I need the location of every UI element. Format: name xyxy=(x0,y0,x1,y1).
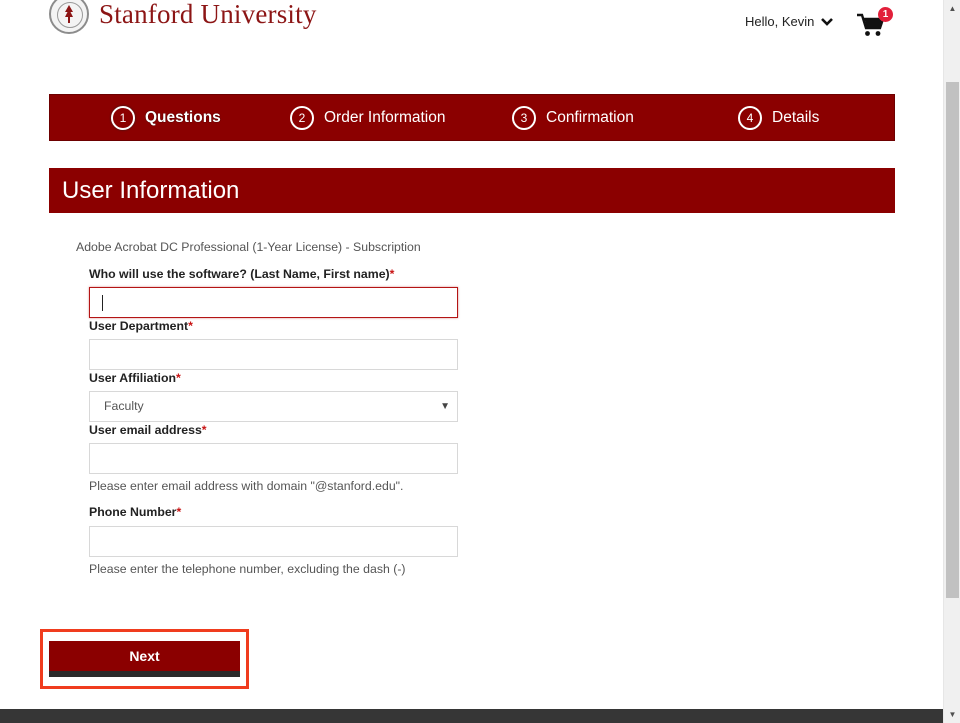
user-menu[interactable]: Hello, Kevin xyxy=(745,14,834,29)
email-help-text: Please enter email address with domain "… xyxy=(89,479,404,493)
step-number: 4 xyxy=(738,105,762,130)
step-label: Confirmation xyxy=(546,108,634,126)
phone-number-label: Phone Number* xyxy=(89,505,182,519)
user-name-input[interactable] xyxy=(89,287,458,318)
step-number: 1 xyxy=(111,105,135,130)
user-department-input[interactable] xyxy=(89,339,458,370)
scroll-up-arrow-icon[interactable]: ▲ xyxy=(944,0,960,17)
phone-help-text: Please enter the telephone number, exclu… xyxy=(89,562,406,576)
user-name-label: Who will use the software? (Last Name, F… xyxy=(89,267,395,281)
step-label: Details xyxy=(772,108,820,126)
step-questions[interactable]: 1 Questions xyxy=(111,95,221,140)
footer xyxy=(0,709,943,723)
step-label: Questions xyxy=(145,108,221,126)
university-name: Stanford University xyxy=(99,0,317,29)
user-affiliation-label: User Affiliation* xyxy=(89,371,181,385)
stanford-logo[interactable]: Stanford University xyxy=(49,0,317,34)
text-caret xyxy=(102,295,103,311)
select-arrow-icon: ▼ xyxy=(440,401,450,412)
chevron-down-icon xyxy=(821,17,834,26)
step-confirmation[interactable]: 3 Confirmation xyxy=(512,95,634,140)
stanford-seal-icon xyxy=(49,0,89,34)
greeting-text: Hello, Kevin xyxy=(745,14,815,29)
user-department-label: User Department* xyxy=(89,319,193,333)
cart-count-badge: 1 xyxy=(878,7,893,22)
step-label: Order Information xyxy=(324,108,446,126)
scrollbar-thumb[interactable] xyxy=(946,82,959,598)
user-email-label: User email address* xyxy=(89,423,207,437)
vertical-scrollbar[interactable]: ▲ ▼ xyxy=(943,0,960,723)
next-button[interactable]: Next xyxy=(49,641,240,677)
step-order-information[interactable]: 2 Order Information xyxy=(290,95,445,140)
selected-option: Faculty xyxy=(104,399,144,413)
step-details[interactable]: 4 Details xyxy=(738,95,819,140)
step-number: 2 xyxy=(290,105,314,130)
checkout-steps: 1 Questions 2 Order Information 3 Confir… xyxy=(49,94,895,141)
user-email-input[interactable] xyxy=(89,443,458,474)
user-affiliation-select[interactable]: Faculty ▼ xyxy=(89,391,458,422)
page: Stanford University Hello, Kevin 1 1 Que… xyxy=(0,0,943,723)
step-number: 3 xyxy=(512,105,536,130)
section-title: User Information xyxy=(49,168,895,213)
phone-number-input[interactable] xyxy=(89,526,458,557)
scroll-down-arrow-icon[interactable]: ▼ xyxy=(944,706,960,723)
product-name: Adobe Acrobat DC Professional (1-Year Li… xyxy=(76,240,421,254)
